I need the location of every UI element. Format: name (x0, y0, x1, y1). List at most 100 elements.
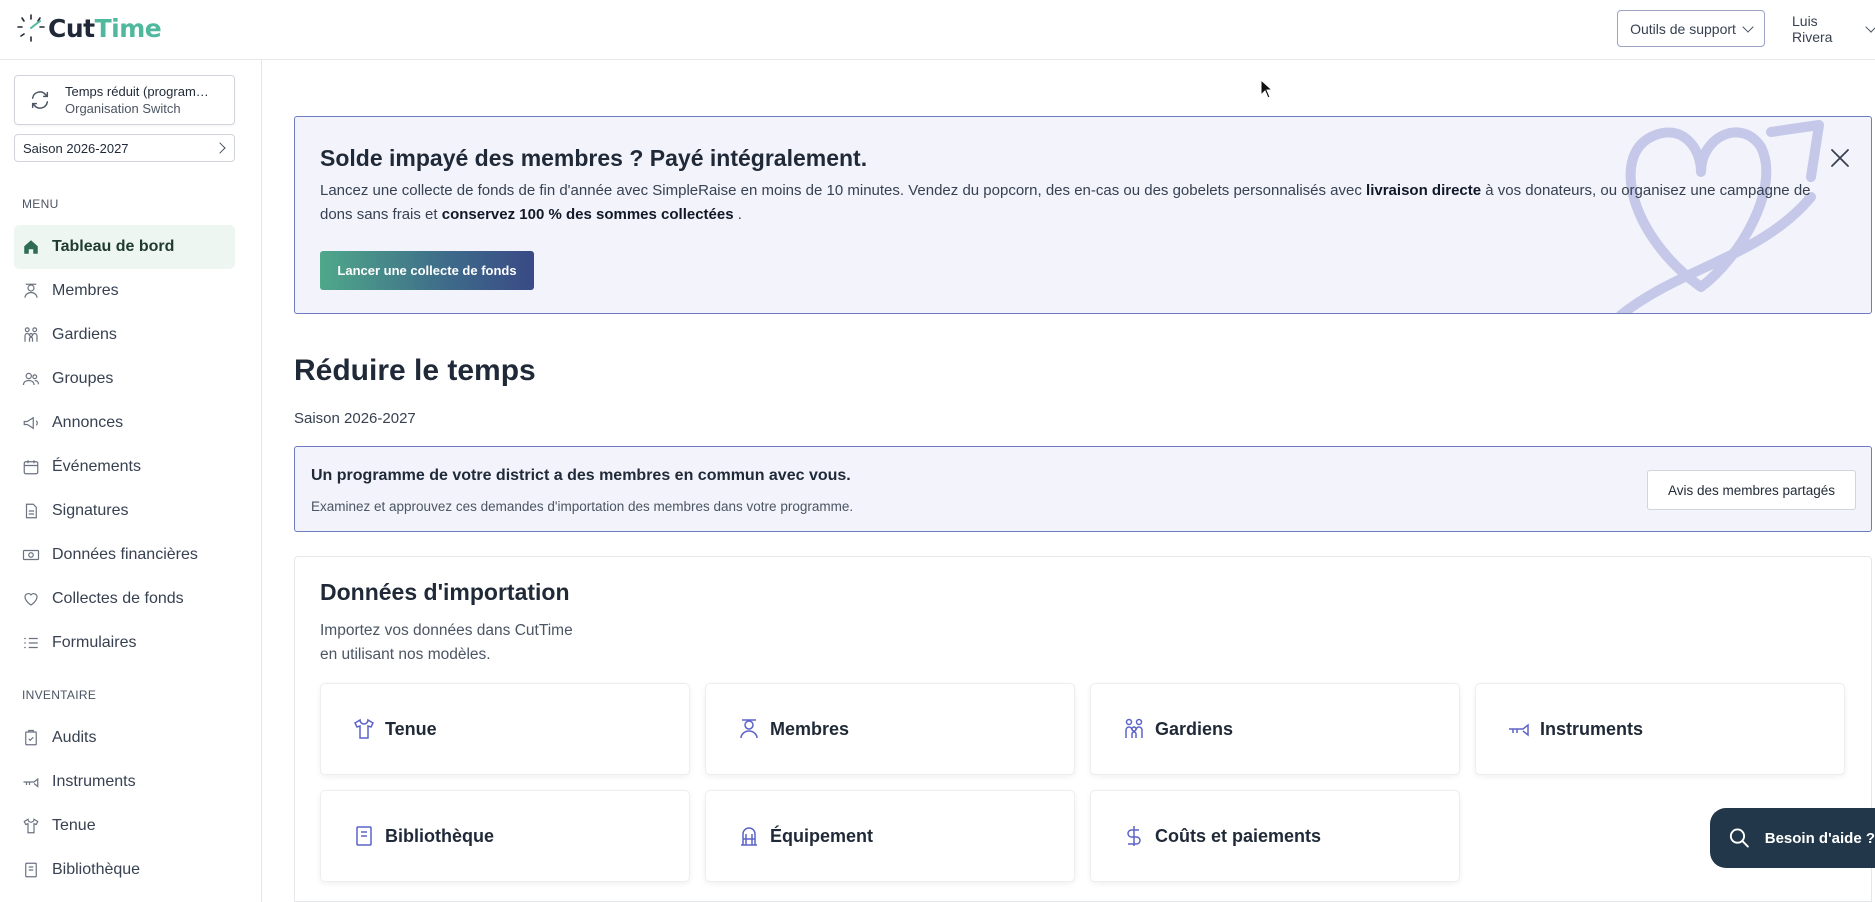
mouse-cursor-icon (1260, 79, 1274, 99)
tile-label: Instruments (1540, 718, 1644, 739)
organization-name: Temps réduit (program… (65, 84, 209, 99)
import-tile-uniforms[interactable]: Tenue (320, 683, 690, 775)
banner-text: Lancez une collecte de fonds de fin d'an… (320, 182, 1367, 199)
import-tile-members[interactable]: Membres (705, 683, 1075, 775)
book-icon (22, 861, 40, 879)
tile-label: Tenue (385, 718, 437, 739)
season-selector[interactable]: Saison 2026-2027 (14, 134, 235, 162)
import-description: Importez vos données dans CutTime en uti… (320, 622, 573, 663)
guardians-icon (1121, 716, 1147, 742)
tile-label: Coûts et paiements (1155, 825, 1322, 846)
sidebar-item-uniforms[interactable]: Tenue (14, 804, 235, 848)
page-title: Réduire le temps (294, 354, 536, 387)
help-button-label: Besoin d'aide ? (1764, 829, 1875, 847)
guardians-icon (22, 326, 40, 344)
sidebar-item-finances[interactable]: Données financières (14, 533, 235, 577)
import-tile-guardians[interactable]: Gardiens (1090, 683, 1460, 775)
sidebar-item-label: Audits (52, 729, 97, 746)
top-bar: CutTime Outils de support Luis Rivera (0, 0, 1875, 60)
book-icon (351, 823, 377, 849)
sidebar-item-fundraisers[interactable]: Collectes de fonds (14, 577, 235, 621)
members-icon (22, 282, 40, 300)
sidebar-item-forms[interactable]: Formulaires (14, 621, 235, 665)
shirt-icon (351, 716, 377, 742)
sidebar-item-label: Tenue (52, 817, 96, 834)
sidebar-item-label: Groupes (52, 370, 114, 387)
sidebar-item-label: Formulaires (52, 634, 137, 651)
chevron-down-icon (1865, 20, 1875, 33)
page-season: Saison 2026-2027 (294, 410, 416, 427)
search-icon (1729, 828, 1749, 848)
launch-fundraiser-button[interactable]: Lancer une collecte de fonds (320, 251, 534, 290)
money-icon (22, 546, 40, 564)
import-tile-costs-payments[interactable]: Coûts et paiements (1090, 790, 1460, 882)
tile-label: Bibliothèque (385, 825, 494, 846)
organization-switcher[interactable]: Temps réduit (program… Organisation Swit… (14, 75, 235, 125)
import-tile-library[interactable]: Bibliothèque (320, 790, 690, 882)
sidebar-item-signatures[interactable]: Signatures (14, 489, 235, 533)
clock-logo-icon (17, 14, 45, 42)
banner-text: . (733, 206, 742, 223)
sidebar-item-members[interactable]: Membres (14, 269, 235, 313)
sidebar-item-groups[interactable]: Groupes (14, 357, 235, 401)
home-icon (22, 238, 40, 256)
sidebar-item-audits[interactable]: Audits (14, 716, 235, 760)
season-selector-label: Saison 2026-2027 (23, 140, 129, 156)
banner-description: Lancez une collecte de fonds de fin d'an… (320, 179, 1820, 227)
user-name: Luis Rivera (1792, 12, 1833, 45)
cuttime-logo[interactable]: CutTime (16, 8, 162, 48)
groups-icon (22, 370, 40, 388)
import-tile-equipment[interactable]: Équipement (705, 790, 1075, 882)
sidebar-item-label: Annonces (52, 414, 124, 431)
sidebar-item-label: Bibliothèque (52, 861, 141, 878)
chevron-down-icon (1742, 20, 1754, 33)
chevron-right-icon (214, 142, 226, 154)
help-button[interactable]: Besoin d'aide ? (1710, 808, 1875, 868)
sidebar-item-label: Données financières (52, 546, 198, 563)
sidebar-item-guardians[interactable]: Gardiens (14, 313, 235, 357)
sidebar-item-instruments[interactable]: Instruments (14, 760, 235, 804)
trumpet-icon (1506, 716, 1532, 742)
import-title: Données d'importation (320, 579, 570, 605)
sidebar: Temps réduit (program… Organisation Swit… (0, 60, 262, 902)
close-icon[interactable] (1829, 147, 1851, 169)
members-icon (736, 716, 762, 742)
sidebar-item-label: Instruments (52, 773, 136, 790)
sidebar-item-events[interactable]: Événements (14, 445, 235, 489)
sidebar-item-label: Gardiens (52, 326, 117, 343)
import-data-card: Données d'importation Importez vos donné… (294, 556, 1872, 902)
fundraising-banner: Solde impayé des membres ? Payé intégral… (294, 116, 1872, 314)
heart-icon (22, 590, 40, 608)
user-menu[interactable]: Luis Rivera (1792, 10, 1875, 47)
sidebar-item-dashboard[interactable]: Tableau de bord (14, 225, 235, 269)
tile-label: Membres (770, 718, 850, 739)
organization-subtitle: Organisation Switch (65, 101, 181, 116)
calendar-icon (22, 458, 40, 476)
banner-bold-direct-delivery: livraison directe (1366, 182, 1482, 199)
sidebar-item-label: Tableau de bord (52, 238, 175, 255)
support-tools-button[interactable]: Outils de support (1617, 10, 1765, 47)
sidebar-item-library[interactable]: Bibliothèque (14, 848, 235, 892)
document-icon (22, 502, 40, 520)
import-tile-instruments[interactable]: Instruments (1475, 683, 1845, 775)
clipboard-check-icon (22, 729, 40, 747)
tile-label: Équipement (770, 825, 874, 846)
dollar-icon (1121, 823, 1147, 849)
shared-members-notice: Un programme de votre district a des mem… (294, 446, 1872, 532)
shared-members-description: Examinez et approuvez ces demandes d'imp… (311, 499, 854, 514)
banner-bold-keep-100: conservez 100 % des sommes collectées (441, 206, 734, 223)
megaphone-icon (22, 414, 40, 432)
banner-title: Solde impayé des membres ? Payé intégral… (320, 145, 868, 171)
sidebar-item-label: Signatures (52, 502, 129, 519)
sidebar-item-announcements[interactable]: Annonces (14, 401, 235, 445)
support-tools-label: Outils de support (1630, 20, 1736, 37)
shared-members-title: Un programme de votre district a des mem… (311, 467, 851, 484)
sidebar-item-label: Membres (52, 282, 119, 299)
logo-text-time: Time (94, 13, 162, 43)
shirt-icon (22, 817, 40, 835)
shared-members-review-button[interactable]: Avis des membres partagés (1647, 470, 1856, 510)
sidebar-item-label: Événements (52, 458, 141, 475)
menu-section-label: MENU (22, 197, 59, 211)
logo-text-cut: Cut (48, 13, 95, 43)
equipment-icon (736, 823, 762, 849)
